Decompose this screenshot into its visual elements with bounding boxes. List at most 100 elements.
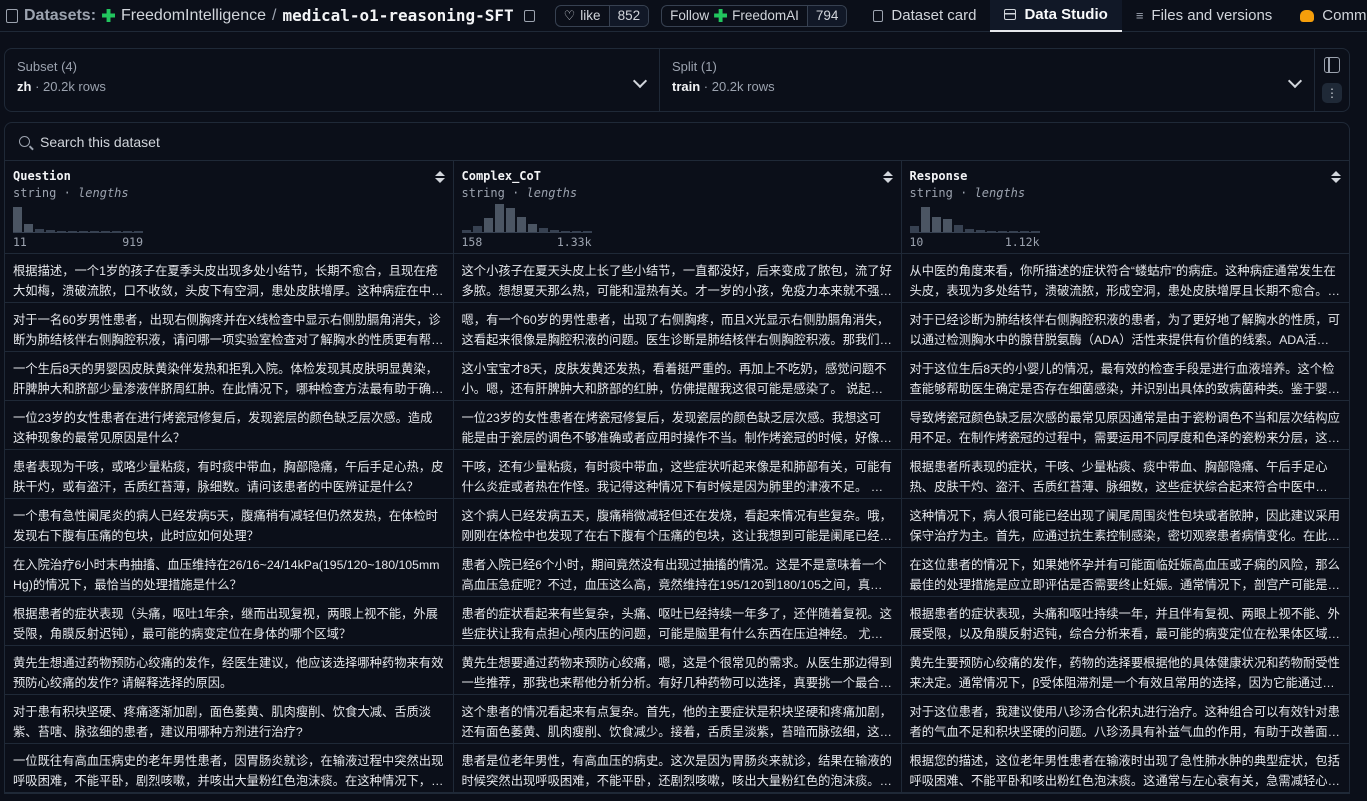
table-cell[interactable]: 患者是位老年男性，有高血压的病史。这次是因为胃肠炎来就诊，结果在输液的时候突然出… xyxy=(453,743,902,793)
histogram-bar[interactable] xyxy=(975,230,985,232)
table-cell[interactable]: 根据患者的症状表现，头痛和呕吐持续一年，并且伴有复视、两眼上视不能、外展受限，以… xyxy=(901,596,1349,646)
table-row[interactable]: 一位23岁的女性患者在进行烤瓷冠修复后，发现瓷层的颜色缺乏层次感。造成这种现象的… xyxy=(5,400,1349,450)
histogram-bar[interactable] xyxy=(35,229,44,232)
histogram-bar[interactable] xyxy=(942,219,952,232)
histogram-bar[interactable] xyxy=(24,224,33,232)
copy-icon[interactable] xyxy=(523,9,535,22)
table-cell[interactable]: 一位既往有高血压病史的老年男性患者，因胃肠炎就诊，在输液过程中突然出现呼吸困难，… xyxy=(5,743,454,793)
table-cell[interactable]: 这个小孩子在夏天头皮上长了些小结节，一直都没好，后来变成了脓包，流了好多脓。想想… xyxy=(453,253,902,303)
table-cell[interactable]: 根据患者的症状表现（头痛，呕吐1年余，继而出现复视，两眼上视不能，外展受限，角膜… xyxy=(5,596,454,646)
histogram-bar[interactable] xyxy=(549,230,559,232)
table-cell[interactable]: 一位23岁的女性患者在烤瓷冠修复后，发现瓷层的颜色缺乏层次感。我想这可能是由于瓷… xyxy=(453,400,902,450)
table-cell[interactable]: 对于这位生后8天的小婴儿的情况，最有效的检查手段是进行血液培养。这个检查能够帮助… xyxy=(901,351,1349,401)
histogram-bar[interactable] xyxy=(101,231,110,232)
histogram-bar[interactable] xyxy=(964,229,974,232)
table-cell[interactable]: 一位23岁的女性患者在进行烤瓷冠修复后，发现瓷层的颜色缺乏层次感。造成这种现象的… xyxy=(5,400,454,450)
table-cell[interactable]: 干咳，还有少量粘痰，有时痰中带血，这些症状听起来像是和肺部有关，可能有什么炎症或… xyxy=(453,449,902,499)
table-cell[interactable]: 一个患有急性阑尾炎的病人已经发病5天，腹痛稍有减轻但仍然发热，在体检时发现右下腹… xyxy=(5,498,454,548)
table-row[interactable]: 对于一名60岁男性患者，出现右侧胸疼并在X线检查中显示右侧肋膈角消失，诊断为肺结… xyxy=(5,302,1349,352)
histogram-bar[interactable] xyxy=(571,231,581,232)
table-cell[interactable]: 对于患有积块坚硬、疼痛逐渐加剧，面色萎黄、肌肉瘦削、饮食大减、舌质淡紫、苔嗐、脉… xyxy=(5,694,454,744)
table-cell[interactable]: 这个病人已经发病五天，腹痛稍微减轻但还在发烧，看起来情况有些复杂。哦，刚刚在体检… xyxy=(453,498,902,548)
histogram-bar[interactable] xyxy=(123,231,132,232)
search-bar[interactable]: Search this dataset xyxy=(5,123,1349,161)
datasets-label[interactable]: Datasets: xyxy=(24,7,96,25)
more-options-icon[interactable]: ⋮ xyxy=(1322,83,1342,103)
table-row[interactable]: 一个生后8天的男婴因皮肤黄染伴发热和拒乳入院。体检发现其皮肤明显黄染，肝脾肿大和… xyxy=(5,351,1349,401)
follow-button[interactable]: Follow FreedomAI 794 xyxy=(661,4,848,27)
table-row[interactable]: 一个患有急性阑尾炎的病人已经发病5天，腹痛稍有减轻但仍然发热，在体检时发现右下腹… xyxy=(5,498,1349,548)
tab-data-studio[interactable]: Data Studio xyxy=(990,0,1122,32)
table-cell[interactable]: 对于这位患者，我建议使用八珍汤合化积丸进行治疗。这种组合可以有效针对患者的气血不… xyxy=(901,694,1349,744)
sort-icon[interactable] xyxy=(1331,171,1341,183)
table-cell[interactable]: 从中医的角度来看，你所描述的症状符合“蝼蛄疖”的病症。这种病症通常发生在头皮，表… xyxy=(901,253,1349,303)
histogram-bar[interactable] xyxy=(90,231,99,232)
tab-dataset-card[interactable]: Dataset card xyxy=(859,0,990,32)
histogram-bar[interactable] xyxy=(986,231,996,232)
tab-files-and-versions[interactable]: ≡ Files and versions xyxy=(1122,0,1286,32)
table-cell[interactable]: 根据描述，一个1岁的孩子在夏季头皮出现多处小结节，长期不愈合，且现在疮大如梅，溃… xyxy=(5,253,454,303)
histogram-bar[interactable] xyxy=(68,231,77,232)
histogram-bar[interactable] xyxy=(46,230,55,232)
histogram-bar[interactable] xyxy=(931,217,941,232)
column-header-complex_cot[interactable]: Complex_CoT string · lengths 158 1.33k xyxy=(453,161,902,254)
histogram-bar[interactable] xyxy=(472,226,482,232)
split-select[interactable]: Split (1) train · 20.2k rows xyxy=(660,49,1315,111)
table-cell[interactable]: 导致烤瓷冠颜色缺乏层次感的最常见原因通常是由于瓷粉调色不当和层次结构应用不足。在… xyxy=(901,400,1349,450)
histogram-bar[interactable] xyxy=(953,225,963,232)
follow-count[interactable]: 794 xyxy=(806,5,847,26)
like-button[interactable]: ♡ like 852 xyxy=(554,4,650,27)
histogram-bar[interactable] xyxy=(997,231,1007,232)
histogram-bar[interactable] xyxy=(483,218,493,232)
histogram-bar[interactable] xyxy=(527,224,537,232)
table-cell[interactable]: 患者的症状看起来有些复杂，头痛、呕吐已经持续一年多了，还伴随着复视。这些症状让我… xyxy=(453,596,902,646)
histogram-bar[interactable] xyxy=(538,228,548,232)
like-count[interactable]: 852 xyxy=(608,5,649,26)
histogram-bar[interactable] xyxy=(112,231,121,232)
histogram-bar[interactable] xyxy=(560,231,570,232)
histogram-bar[interactable] xyxy=(1030,231,1040,232)
table-cell[interactable]: 黄先生要预防心绞痛的发作，药物的选择要根据他的具体健康状况和药物耐受性来决定。通… xyxy=(901,645,1349,695)
table-cell[interactable]: 根据您的描述，这位老年男性患者在输液时出现了急性肺水肿的典型症状，包括呼吸困难、… xyxy=(901,743,1349,793)
table-cell[interactable]: 黄先生想要通过药物来预防心绞痛，嗯，这是个很常见的需求。从医生那边得到一些推荐，… xyxy=(453,645,902,695)
table-row[interactable]: 黄先生想通过药物预防心绞痛的发作，经医生建议，他应该选择哪种药物来有效预防心绞痛… xyxy=(5,645,1349,695)
sort-icon[interactable] xyxy=(434,171,445,183)
column-header-response[interactable]: Response string · lengths 10 1.12k xyxy=(901,161,1349,254)
table-cell[interactable]: 在入院治疗6小时末冉抽搐、血压维持在26/16~24/14kPa(195/120… xyxy=(5,547,454,597)
table-row[interactable]: 对于患有积块坚硬、疼痛逐渐加剧，面色萎黄、肌肉瘦削、饮食大减、舌质淡紫、苔嗐、脉… xyxy=(5,694,1349,744)
table-cell[interactable]: 嗯，有一个60岁的男性患者，出现了右侧胸疼，而且X光显示右侧肋膈角消失，这看起来… xyxy=(453,302,902,352)
table-cell[interactable]: 黄先生想通过药物预防心绞痛的发作，经医生建议，他应该选择哪种药物来有效预防心绞痛… xyxy=(5,645,454,695)
table-cell[interactable]: 一个生后8天的男婴因皮肤黄染伴发热和拒乳入院。体检发现其皮肤明显黄染，肝脾肿大和… xyxy=(5,351,454,401)
histogram-bar[interactable] xyxy=(1019,231,1029,232)
histogram-bar[interactable] xyxy=(57,231,66,232)
histogram-bar[interactable] xyxy=(516,217,526,232)
table-cell[interactable]: 根据患者所表现的症状，干咳、少量粘痰、痰中带血、胸部隐痛、午后手足心热、皮肤干灼… xyxy=(901,449,1349,499)
table-cell[interactable]: 患者入院已经6个小时，期间竟然没有出现过抽搐的情况。这是不是意味着一个高血压急症… xyxy=(453,547,902,597)
org-link[interactable]: FreedomIntelligence xyxy=(121,7,266,25)
table-cell[interactable]: 对于已经诊断为肺结核伴右侧胸腔积液的患者，为了更好地了解胸水的性质，可以通过检测… xyxy=(901,302,1349,352)
histogram-bar[interactable] xyxy=(13,207,22,232)
histogram-bar[interactable] xyxy=(582,231,592,232)
table-cell[interactable]: 在这位患者的情况下，如果她怀孕并有可能面临妊娠高血压或子痫的风险，那么最佳的处理… xyxy=(901,547,1349,597)
column-header-question[interactable]: Question string · lengths 11 919 xyxy=(5,161,454,254)
table-cell[interactable]: 这种情况下，病人很可能已经出现了阑尾周围炎性包块或者脓肿，因此建议采用保守治疗为… xyxy=(901,498,1349,548)
histogram-bar[interactable] xyxy=(1008,231,1018,232)
side-panel-icon[interactable] xyxy=(1324,57,1340,73)
table-cell[interactable]: 这小宝宝才8天，皮肤发黄还发热，看着挺严重的。再加上不吃奶，感觉问题不小。嗯，还… xyxy=(453,351,902,401)
table-row[interactable]: 根据患者的症状表现（头痛，呕吐1年余，继而出现复视，两眼上视不能，外展受限，角膜… xyxy=(5,596,1349,646)
histogram-bar[interactable] xyxy=(920,207,930,232)
table-cell[interactable]: 对于一名60岁男性患者，出现右侧胸疼并在X线检查中显示右侧肋膈角消失，诊断为肺结… xyxy=(5,302,454,352)
histogram-bar[interactable] xyxy=(461,230,471,232)
table-row[interactable]: 一位既往有高血压病史的老年男性患者，因胃肠炎就诊，在输液过程中突然出现呼吸困难，… xyxy=(5,743,1349,793)
histogram-bar[interactable] xyxy=(494,204,504,232)
histogram-bar[interactable] xyxy=(134,231,143,232)
table-row[interactable]: 患者表现为干咳，或咯少量粘痰，有时痰中带血，胸部隐痛，午后手足心热，皮肤干灼，或… xyxy=(5,449,1349,499)
table-cell[interactable]: 这个患者的情况看起来有点复杂。首先，他的主要症状是积块坚硬和疼痛加剧，还有面色萎… xyxy=(453,694,902,744)
search-input[interactable]: Search this dataset xyxy=(40,134,160,150)
histogram-bar[interactable] xyxy=(79,231,88,232)
sort-icon[interactable] xyxy=(882,171,893,183)
histogram-bar[interactable] xyxy=(909,226,919,232)
table-row[interactable]: 在入院治疗6小时末冉抽搐、血压维持在26/16~24/14kPa(195/120… xyxy=(5,547,1349,597)
table-row[interactable]: 根据描述，一个1岁的孩子在夏季头皮出现多处小结节，长期不愈合，且现在疮大如梅，溃… xyxy=(5,253,1349,303)
subset-select[interactable]: Subset (4) zh · 20.2k rows xyxy=(5,49,660,111)
